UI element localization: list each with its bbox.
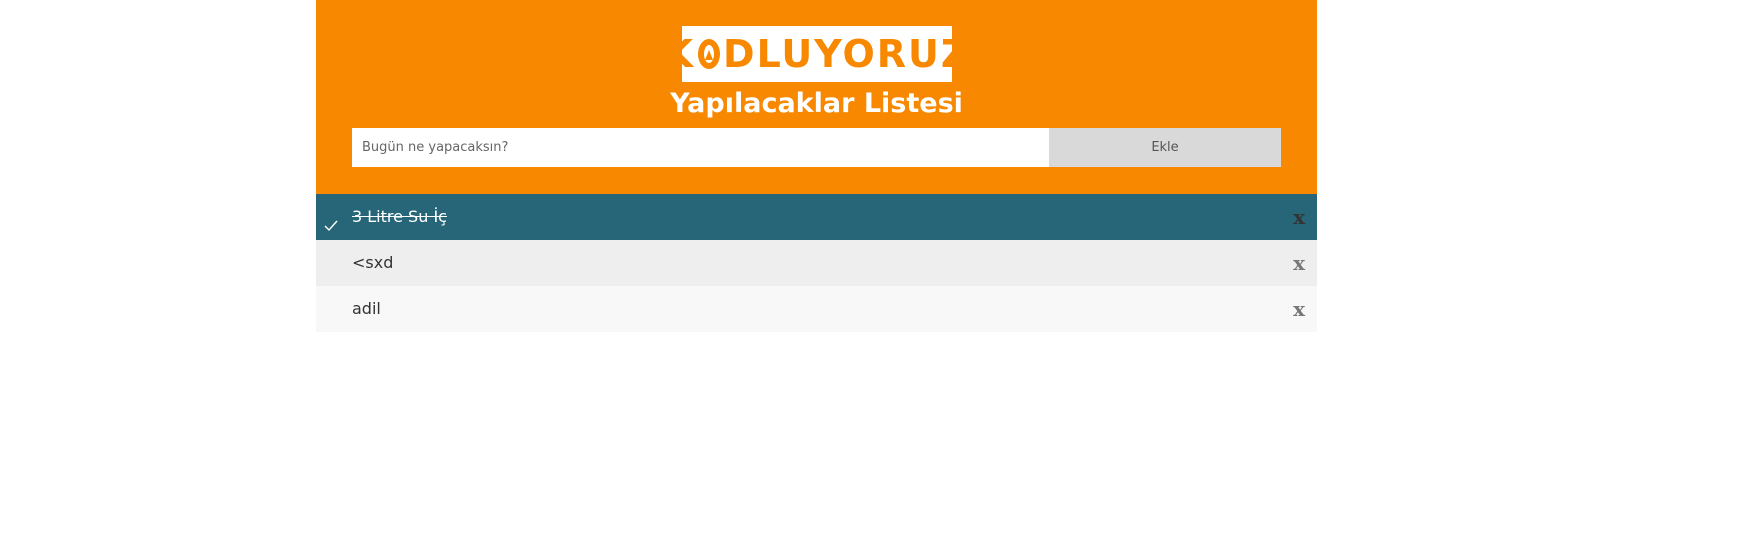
list-item[interactable]: 3 Litre Su İç x	[316, 194, 1317, 240]
close-icon[interactable]: x	[1293, 240, 1305, 286]
page-title: Yapılacaklar Listesi	[670, 88, 963, 119]
add-task-form: Ekle	[352, 128, 1281, 167]
add-button[interactable]: Ekle	[1049, 128, 1281, 167]
check-icon	[324, 205, 338, 232]
list-item[interactable]: <sxd x	[316, 240, 1317, 286]
task-text: 3 Litre Su İç	[352, 207, 447, 226]
close-icon[interactable]: x	[1293, 194, 1305, 240]
logo-icon	[696, 36, 722, 72]
task-text: <sxd	[352, 253, 394, 272]
task-text: adil	[352, 299, 381, 318]
task-input[interactable]	[352, 128, 1049, 167]
logo: K DLUYORUZ	[664, 26, 968, 82]
close-icon[interactable]: x	[1293, 286, 1305, 332]
logo-text: K DLUYORUZ	[663, 32, 971, 76]
list-item[interactable]: adil x	[316, 286, 1317, 332]
header: K DLUYORUZ Yapılacaklar Listesi Ekle	[316, 0, 1317, 194]
todo-app: K DLUYORUZ Yapılacaklar Listesi Ekle	[316, 0, 1317, 332]
task-list: 3 Litre Su İç x <sxd x adil x	[316, 194, 1317, 332]
